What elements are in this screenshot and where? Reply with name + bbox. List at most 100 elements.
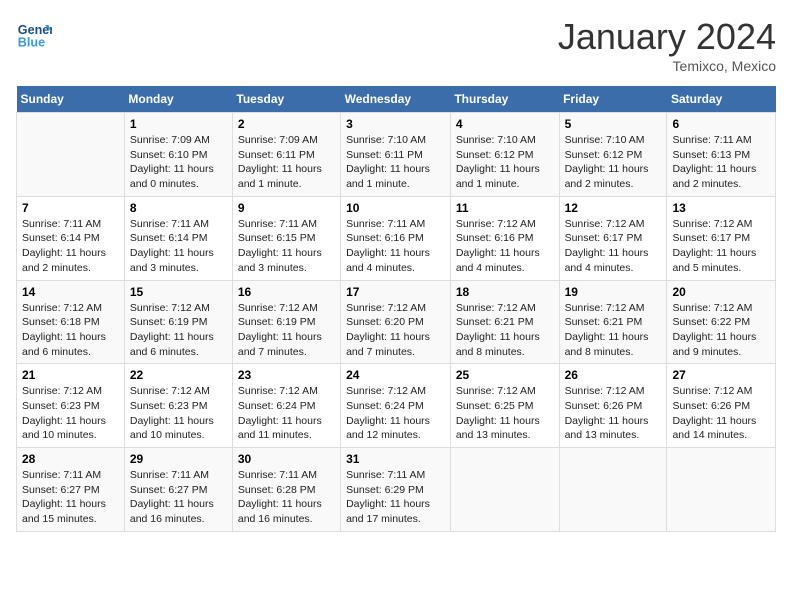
calendar-cell: 18 Sunrise: 7:12 AMSunset: 6:21 PMDayligh… <box>450 280 559 364</box>
day-info: Sunrise: 7:12 AMSunset: 6:23 PMDaylight:… <box>22 384 119 443</box>
calendar-cell: 29 Sunrise: 7:11 AMSunset: 6:27 PMDayligh… <box>124 448 232 532</box>
day-info: Sunrise: 7:12 AMSunset: 6:21 PMDaylight:… <box>456 301 554 360</box>
calendar-cell: 16 Sunrise: 7:12 AMSunset: 6:19 PMDayligh… <box>232 280 340 364</box>
calendar-cell: 24 Sunrise: 7:12 AMSunset: 6:24 PMDayligh… <box>341 364 451 448</box>
calendar-cell: 4 Sunrise: 7:10 AMSunset: 6:12 PMDaylight… <box>450 113 559 197</box>
day-info: Sunrise: 7:10 AMSunset: 6:12 PMDaylight:… <box>456 133 554 192</box>
calendar-header-row: SundayMondayTuesdayWednesdayThursdayFrid… <box>17 86 776 113</box>
day-header-thursday: Thursday <box>450 86 559 113</box>
day-number: 29 <box>130 452 227 466</box>
calendar-week-5: 28 Sunrise: 7:11 AMSunset: 6:27 PMDayligh… <box>17 448 776 532</box>
day-number: 15 <box>130 285 227 299</box>
logo-icon: General Blue <box>16 16 52 52</box>
day-header-monday: Monday <box>124 86 232 113</box>
day-number: 13 <box>672 201 770 215</box>
day-info: Sunrise: 7:12 AMSunset: 6:22 PMDaylight:… <box>672 301 770 360</box>
calendar-cell: 26Sunrise: 7:12 AMSunset: 6:26 PMDayligh… <box>559 364 667 448</box>
day-info: Sunrise: 7:12 AMSunset: 6:20 PMDaylight:… <box>346 301 445 360</box>
day-info: Sunrise: 7:12 AMSunset: 6:24 PMDaylight:… <box>238 384 335 443</box>
calendar-cell: 15 Sunrise: 7:12 AMSunset: 6:19 PMDayligh… <box>124 280 232 364</box>
day-number: 23 <box>238 368 335 382</box>
page-header: General Blue January 2024 Temixco, Mexic… <box>16 16 776 74</box>
day-number: 31 <box>346 452 445 466</box>
day-header-wednesday: Wednesday <box>341 86 451 113</box>
day-number: 2 <box>238 117 335 131</box>
day-number: 30 <box>238 452 335 466</box>
day-info: Sunrise: 7:11 AMSunset: 6:28 PMDaylight:… <box>238 468 335 527</box>
day-number: 18 <box>456 285 554 299</box>
calendar-cell: 2 Sunrise: 7:09 AMSunset: 6:11 PMDaylight… <box>232 113 340 197</box>
day-number: 3 <box>346 117 445 131</box>
day-info: Sunrise: 7:11 AMSunset: 6:14 PMDaylight:… <box>130 217 227 276</box>
calendar-cell: 10 Sunrise: 7:11 AMSunset: 6:16 PMDayligh… <box>341 196 451 280</box>
day-number: 20 <box>672 285 770 299</box>
day-number: 6 <box>672 117 770 131</box>
day-number: 5 <box>565 117 662 131</box>
logo: General Blue <box>16 16 52 52</box>
calendar-cell <box>450 448 559 532</box>
day-header-tuesday: Tuesday <box>232 86 340 113</box>
day-info: Sunrise: 7:10 AMSunset: 6:12 PMDaylight:… <box>565 133 662 192</box>
calendar-cell: 5 Sunrise: 7:10 AMSunset: 6:12 PMDaylight… <box>559 113 667 197</box>
day-number: 10 <box>346 201 445 215</box>
calendar-cell: 7 Sunrise: 7:11 AMSunset: 6:14 PMDaylight… <box>17 196 125 280</box>
calendar-cell: 3 Sunrise: 7:10 AMSunset: 6:11 PMDaylight… <box>341 113 451 197</box>
calendar-cell <box>559 448 667 532</box>
calendar-cell: 28 Sunrise: 7:11 AMSunset: 6:27 PMDayligh… <box>17 448 125 532</box>
day-info: Sunrise: 7:11 AMSunset: 6:29 PMDaylight:… <box>346 468 445 527</box>
calendar-cell: 25Sunrise: 7:12 AMSunset: 6:25 PMDayligh… <box>450 364 559 448</box>
day-info: Sunrise: 7:12 AMSunset: 6:24 PMDaylight:… <box>346 384 445 443</box>
day-info: Sunrise: 7:12 AMSunset: 6:23 PMDaylight:… <box>130 384 227 443</box>
day-info: Sunrise: 7:11 AMSunset: 6:27 PMDaylight:… <box>22 468 119 527</box>
day-info: Sunrise: 7:09 AMSunset: 6:11 PMDaylight:… <box>238 133 335 192</box>
day-number: 26 <box>565 368 662 382</box>
calendar-cell: 27 Sunrise: 7:12 AMSunset: 6:26 PMDayligh… <box>667 364 776 448</box>
calendar-week-2: 7 Sunrise: 7:11 AMSunset: 6:14 PMDaylight… <box>17 196 776 280</box>
day-number: 24 <box>346 368 445 382</box>
day-number: 28 <box>22 452 119 466</box>
day-number: 7 <box>22 201 119 215</box>
day-info: Sunrise: 7:12 AMSunset: 6:19 PMDaylight:… <box>130 301 227 360</box>
day-number: 12 <box>565 201 662 215</box>
day-info: Sunrise: 7:10 AMSunset: 6:11 PMDaylight:… <box>346 133 445 192</box>
calendar-cell: 22 Sunrise: 7:12 AMSunset: 6:23 PMDayligh… <box>124 364 232 448</box>
day-header-saturday: Saturday <box>667 86 776 113</box>
day-number: 19 <box>565 285 662 299</box>
day-number: 27 <box>672 368 770 382</box>
calendar-week-1: 1 Sunrise: 7:09 AMSunset: 6:10 PMDaylight… <box>17 113 776 197</box>
day-info: Sunrise: 7:12 AMSunset: 6:17 PMDaylight:… <box>672 217 770 276</box>
calendar-cell: 12 Sunrise: 7:12 AMSunset: 6:17 PMDayligh… <box>559 196 667 280</box>
day-info: Sunrise: 7:11 AMSunset: 6:15 PMDaylight:… <box>238 217 335 276</box>
calendar-cell: 1 Sunrise: 7:09 AMSunset: 6:10 PMDaylight… <box>124 113 232 197</box>
calendar-cell <box>17 113 125 197</box>
day-info: Sunrise: 7:11 AMSunset: 6:14 PMDaylight:… <box>22 217 119 276</box>
day-info: Sunrise: 7:11 AMSunset: 6:13 PMDaylight:… <box>672 133 770 192</box>
day-info: Sunrise: 7:09 AMSunset: 6:10 PMDaylight:… <box>130 133 227 192</box>
day-number: 4 <box>456 117 554 131</box>
day-info: Sunrise: 7:12 AMSunset: 6:19 PMDaylight:… <box>238 301 335 360</box>
day-header-sunday: Sunday <box>17 86 125 113</box>
day-number: 16 <box>238 285 335 299</box>
calendar-cell: 14Sunrise: 7:12 AMSunset: 6:18 PMDayligh… <box>17 280 125 364</box>
day-info: Sunrise: 7:11 AMSunset: 6:16 PMDaylight:… <box>346 217 445 276</box>
day-number: 14 <box>22 285 119 299</box>
calendar-week-4: 21Sunrise: 7:12 AMSunset: 6:23 PMDayligh… <box>17 364 776 448</box>
day-number: 8 <box>130 201 227 215</box>
calendar-cell: 20 Sunrise: 7:12 AMSunset: 6:22 PMDayligh… <box>667 280 776 364</box>
calendar-cell: 8 Sunrise: 7:11 AMSunset: 6:14 PMDaylight… <box>124 196 232 280</box>
day-info: Sunrise: 7:12 AMSunset: 6:17 PMDaylight:… <box>565 217 662 276</box>
day-number: 11 <box>456 201 554 215</box>
svg-text:Blue: Blue <box>18 36 45 50</box>
day-info: Sunrise: 7:11 AMSunset: 6:27 PMDaylight:… <box>130 468 227 527</box>
day-number: 1 <box>130 117 227 131</box>
calendar-table: SundayMondayTuesdayWednesdayThursdayFrid… <box>16 86 776 532</box>
calendar-cell: 19Sunrise: 7:12 AMSunset: 6:21 PMDayligh… <box>559 280 667 364</box>
day-info: Sunrise: 7:12 AMSunset: 6:16 PMDaylight:… <box>456 217 554 276</box>
day-number: 9 <box>238 201 335 215</box>
day-number: 22 <box>130 368 227 382</box>
day-info: Sunrise: 7:12 AMSunset: 6:26 PMDaylight:… <box>672 384 770 443</box>
calendar-cell: 30 Sunrise: 7:11 AMSunset: 6:28 PMDayligh… <box>232 448 340 532</box>
calendar-cell: 31 Sunrise: 7:11 AMSunset: 6:29 PMDayligh… <box>341 448 451 532</box>
month-title: January 2024 <box>558 16 776 58</box>
calendar-cell: 23 Sunrise: 7:12 AMSunset: 6:24 PMDayligh… <box>232 364 340 448</box>
